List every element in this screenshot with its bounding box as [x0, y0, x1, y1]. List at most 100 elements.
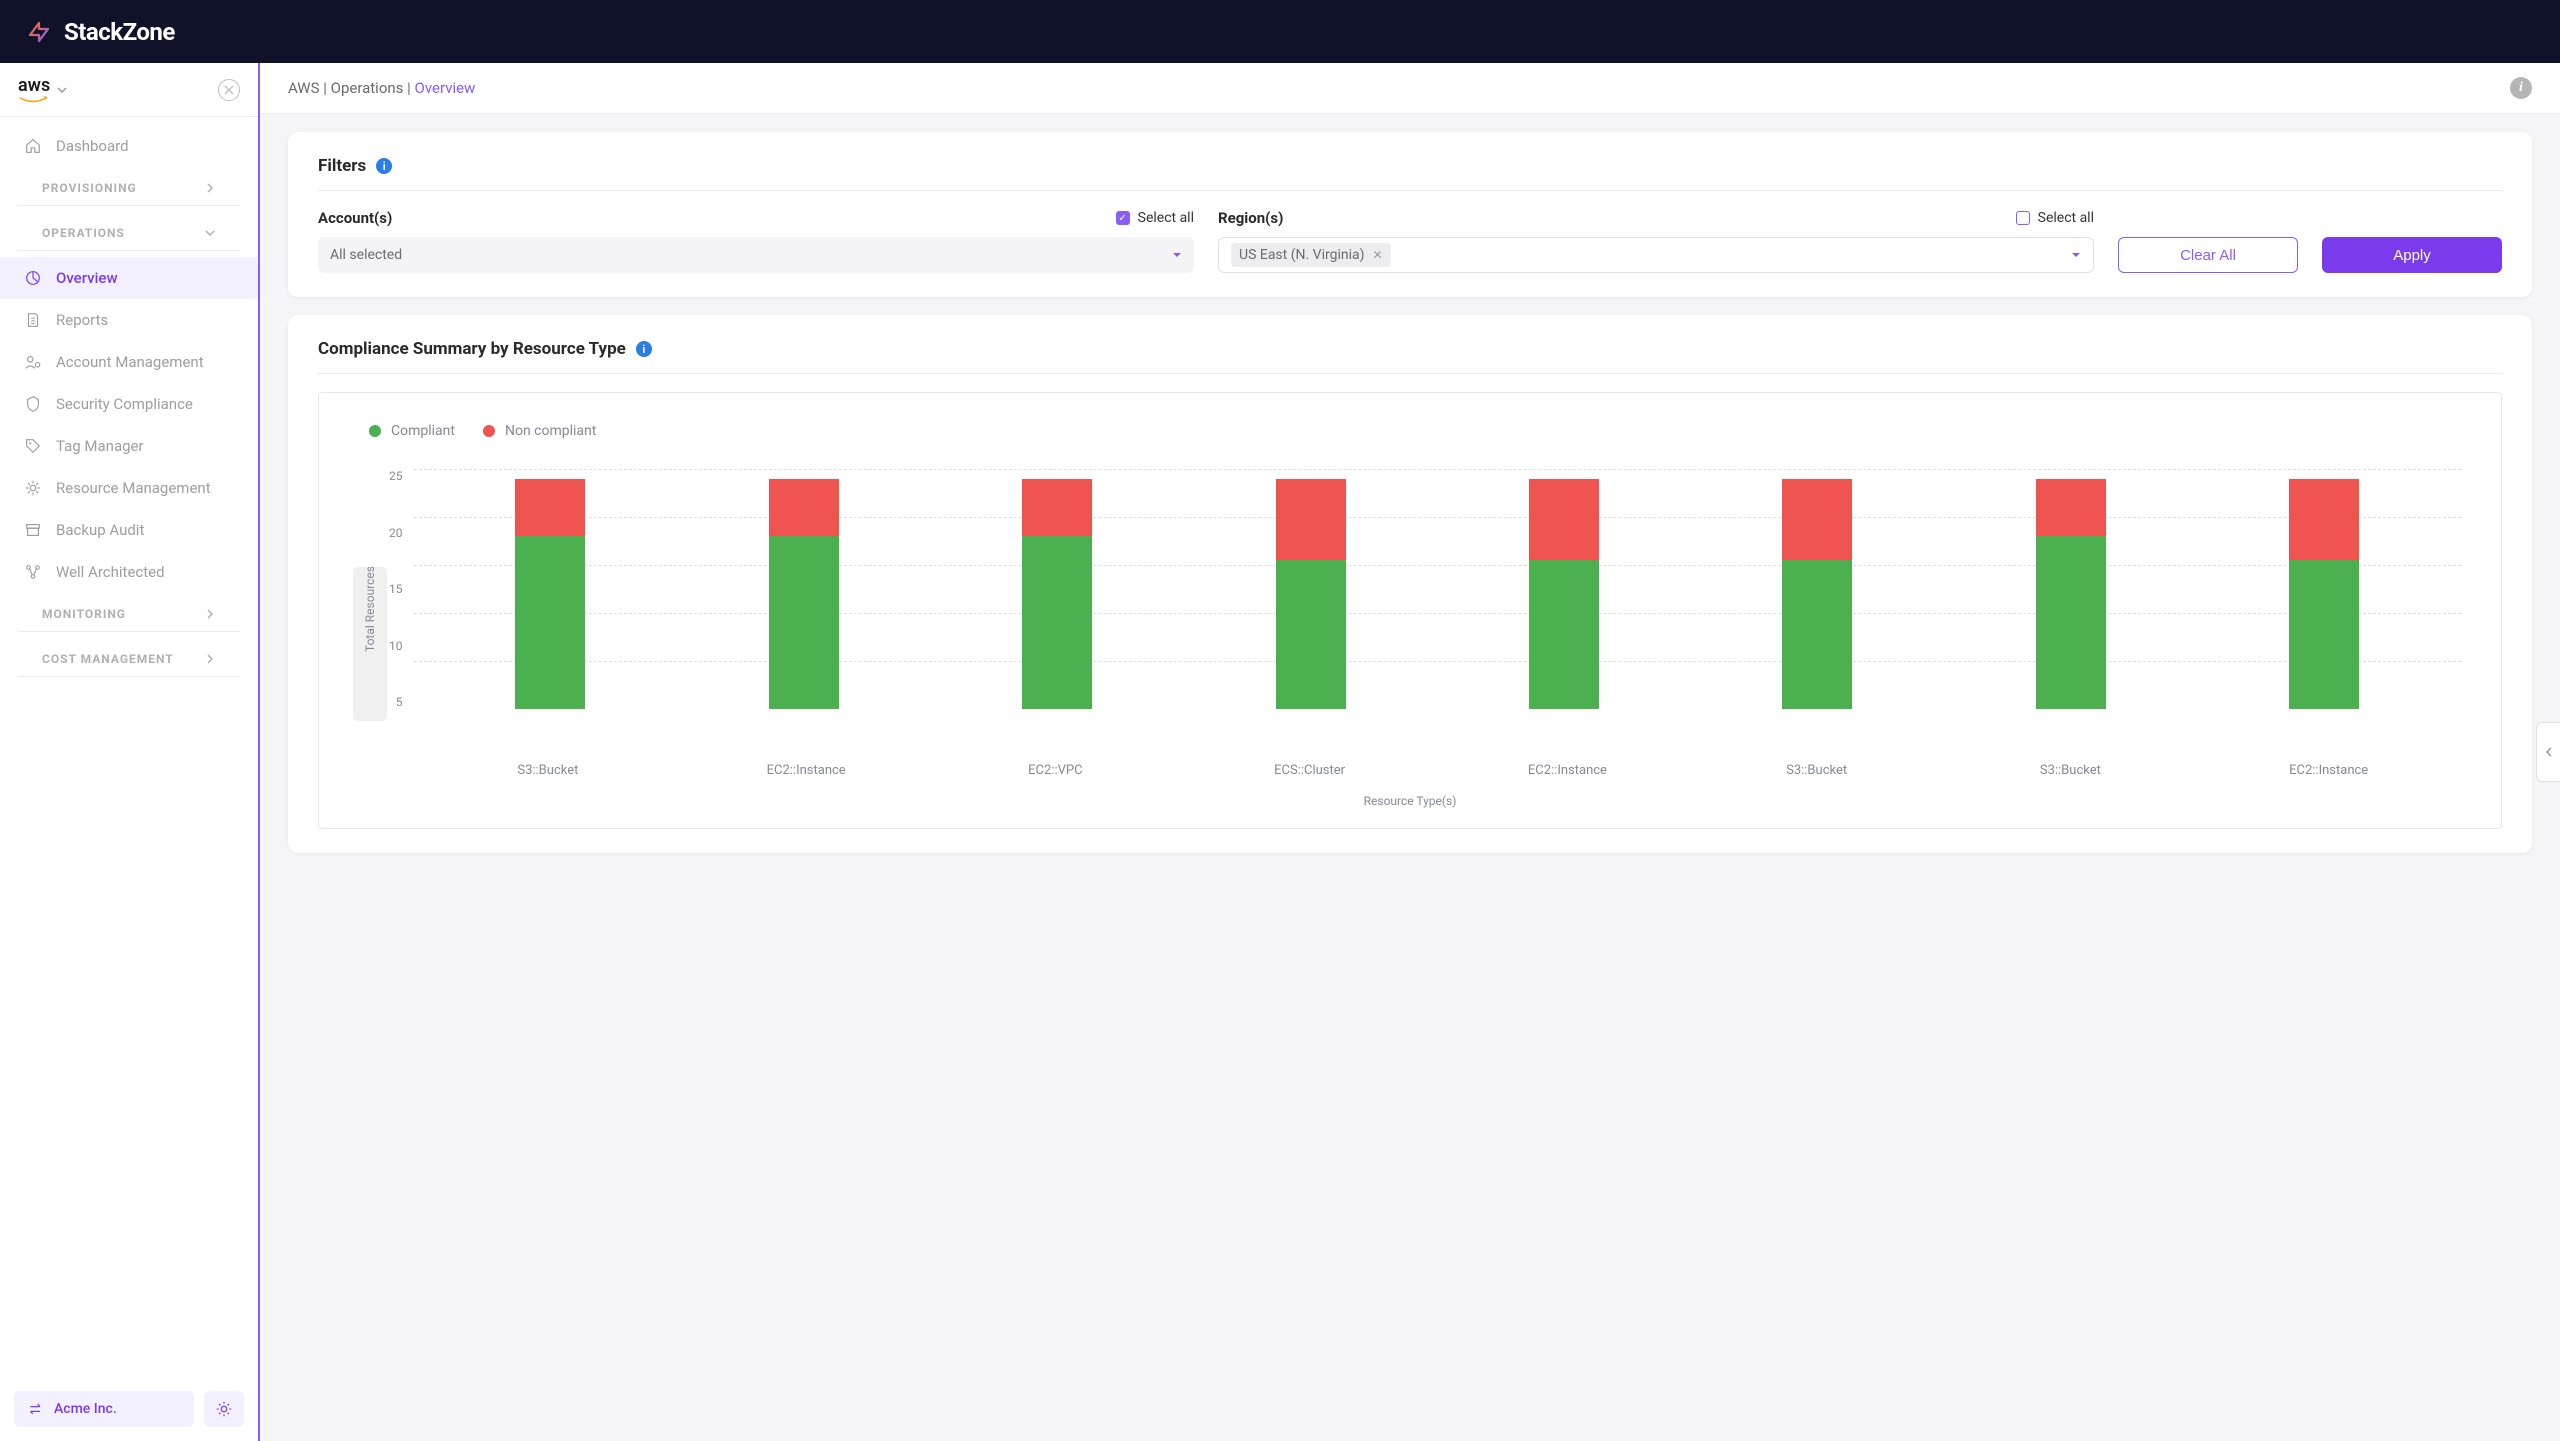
nav-dashboard[interactable]: Dashboard — [0, 125, 258, 167]
org-switcher[interactable]: Acme Inc. — [14, 1391, 194, 1427]
aws-label: aws — [18, 75, 50, 96]
accounts-label: Account(s) — [318, 209, 392, 227]
legend-compliant[interactable]: Compliant — [369, 423, 455, 439]
chart-plot-area — [413, 469, 2462, 709]
nav-label: Well Architected — [56, 563, 165, 581]
nav-section-label: PROVISIONING — [42, 181, 204, 195]
info-icon[interactable]: i — [636, 341, 652, 357]
x-tick-label: S3::Bucket — [1782, 763, 1852, 778]
users-gear-icon — [24, 353, 42, 371]
info-icon[interactable]: i — [376, 158, 392, 174]
bar-segment — [1276, 560, 1346, 709]
chip-label: US East (N. Virginia) — [1239, 247, 1364, 263]
bar-column[interactable] — [515, 479, 585, 709]
bar-column[interactable] — [1529, 479, 1599, 709]
brand-logo[interactable]: StackZone — [24, 17, 175, 47]
dropdown-value: All selected — [330, 247, 402, 263]
legend-noncompliant[interactable]: Non compliant — [483, 423, 596, 439]
chip-remove-icon[interactable]: ✕ — [1372, 248, 1382, 262]
nav-label: Backup Audit — [56, 521, 144, 539]
bar-segment — [1782, 479, 1852, 561]
chevron-right-icon — [204, 182, 216, 194]
bar-segment — [1022, 479, 1092, 537]
regions-dropdown[interactable]: US East (N. Virginia) ✕ — [1218, 237, 2094, 273]
x-tick-label: S3::Bucket — [2035, 763, 2105, 778]
bar-column[interactable] — [2036, 479, 2106, 709]
bar-segment — [1022, 536, 1092, 709]
bar-column[interactable] — [1276, 479, 1346, 709]
switch-icon — [28, 1401, 44, 1417]
settings-button[interactable] — [204, 1391, 244, 1427]
brand-name: StackZone — [64, 18, 175, 46]
archive-icon — [24, 521, 42, 539]
breadcrumb-sep: | — [323, 79, 330, 97]
chart-legend: Compliant Non compliant — [359, 423, 2461, 439]
nav-resource-management[interactable]: Resource Management — [0, 467, 258, 509]
bar-segment — [2289, 479, 2359, 561]
nav-section-monitoring[interactable]: MONITORING — [18, 593, 240, 632]
legend-dot-icon — [483, 425, 495, 437]
bar-column[interactable] — [2289, 479, 2359, 709]
bar-segment — [1529, 479, 1599, 561]
sidebar-header: aws — [0, 63, 258, 117]
bar-segment — [769, 536, 839, 709]
info-button[interactable]: i — [2510, 77, 2532, 99]
gear-icon — [24, 479, 42, 497]
select-all-label: Select all — [1138, 210, 1194, 226]
chevron-left-icon — [2544, 747, 2554, 757]
nav-overview[interactable]: Overview — [0, 257, 258, 299]
bar-segment — [2289, 560, 2359, 709]
sidebar-close-button[interactable] — [218, 79, 240, 101]
region-chip: US East (N. Virginia) ✕ — [1231, 243, 1391, 267]
sidebar-nav: Dashboard PROVISIONING OPERATIONS Overvi… — [0, 117, 258, 1377]
apply-button[interactable]: Apply — [2322, 237, 2502, 273]
nav-section-label: COST MANAGEMENT — [42, 652, 204, 666]
x-tick-label: EC2::VPC — [1020, 763, 1090, 778]
sidebar-footer: Acme Inc. — [0, 1377, 258, 1441]
nav-backup-audit[interactable]: Backup Audit — [0, 509, 258, 551]
breadcrumb-segment[interactable]: AWS — [288, 79, 320, 97]
chevron-down-icon — [56, 84, 68, 96]
compliance-chart: Compliant Non compliant Total Resources … — [318, 392, 2502, 829]
nav-well-architected[interactable]: Well Architected — [0, 551, 258, 593]
filters-card: Filters i Account(s) Select all — [288, 132, 2532, 297]
nav-section-operations[interactable]: OPERATIONS — [18, 212, 240, 251]
bar-column[interactable] — [1782, 479, 1852, 709]
bar-column[interactable] — [769, 479, 839, 709]
legend-label: Non compliant — [505, 423, 596, 439]
home-icon — [24, 137, 42, 155]
nav-label: Resource Management — [56, 479, 211, 497]
breadcrumb-segment[interactable]: Operations — [331, 79, 404, 97]
clear-all-button[interactable]: Clear All — [2118, 237, 2298, 273]
breadcrumb-sep: | — [407, 79, 414, 97]
nav-tag-manager[interactable]: Tag Manager — [0, 425, 258, 467]
side-panel-toggle[interactable] — [2536, 722, 2560, 782]
nav-reports[interactable]: Reports — [0, 299, 258, 341]
breadcrumb: AWS | Operations | Overview — [288, 79, 475, 97]
nav-account-management[interactable]: Account Management — [0, 341, 258, 383]
regions-select-all[interactable]: Select all — [2016, 210, 2094, 226]
compliance-title: Compliance Summary by Resource Type — [318, 339, 626, 359]
accounts-select-all[interactable]: Select all — [1116, 210, 1194, 226]
compliance-card: Compliance Summary by Resource Type i Co… — [288, 315, 2532, 853]
top-bar: StackZone — [0, 0, 2560, 63]
gear-icon — [215, 1400, 233, 1418]
nav-section-cost[interactable]: COST MANAGEMENT — [18, 638, 240, 677]
cloud-provider-selector[interactable]: aws — [18, 75, 68, 104]
legend-dot-icon — [369, 425, 381, 437]
bar-column[interactable] — [1022, 479, 1092, 709]
nav-dashboard-label: Dashboard — [56, 137, 129, 155]
aws-smile-icon — [18, 96, 48, 104]
caret-down-icon — [1172, 250, 1182, 260]
accounts-dropdown[interactable]: All selected — [318, 237, 1194, 273]
bar-segment — [2036, 536, 2106, 709]
shield-icon — [24, 395, 42, 413]
bar-segment — [515, 536, 585, 709]
nav-section-provisioning[interactable]: PROVISIONING — [18, 167, 240, 206]
nav-label: Account Management — [56, 353, 204, 371]
nodes-icon — [24, 563, 42, 581]
breadcrumb-bar: AWS | Operations | Overview i — [260, 63, 2560, 114]
nav-security-compliance[interactable]: Security Compliance — [0, 383, 258, 425]
sidebar: aws Dashboard PROVISIONING OPERATIONS — [0, 63, 260, 1441]
x-tick-label: EC2::Instance — [2289, 763, 2359, 778]
